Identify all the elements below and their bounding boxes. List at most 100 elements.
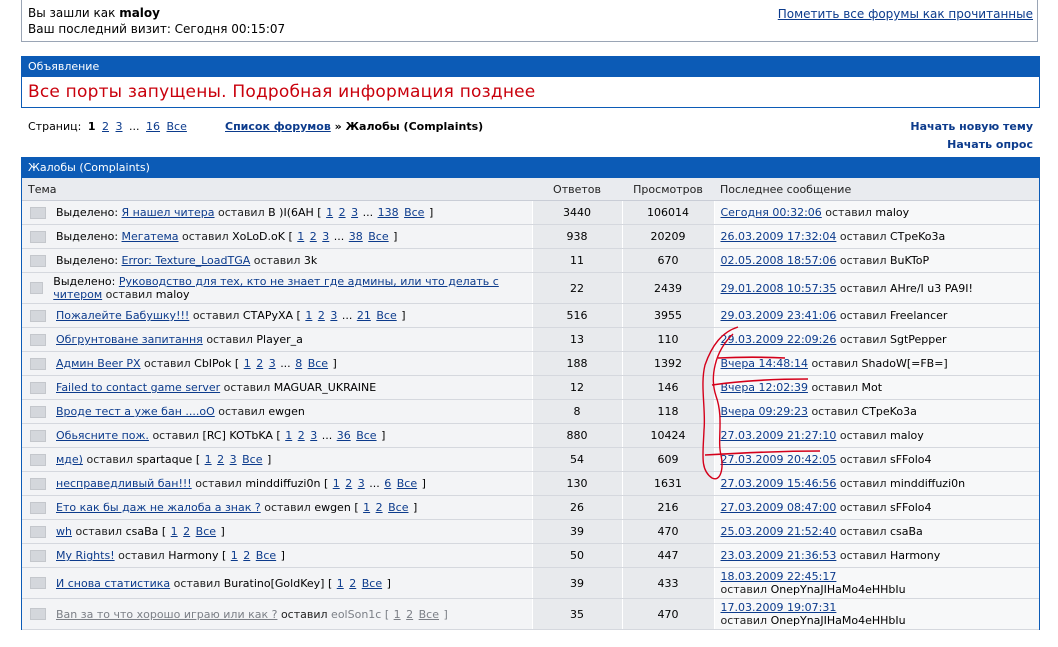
topic-page-link[interactable]: 2 [256,357,263,370]
topic-title-link[interactable]: Error: Texture_LoadTGA [122,254,251,267]
topic-page-link[interactable]: 3 [269,357,276,370]
topic-title-link[interactable]: мде) [56,453,83,466]
topic-page-link[interactable]: 2 [183,525,190,538]
topic-page-link[interactable]: 1 [171,525,178,538]
topic-page-link[interactable]: 138 [378,206,399,219]
topic-title-link[interactable]: Ето как бы даж не жалоба а знак ? [56,501,261,514]
topic-page-link[interactable]: 38 [349,230,363,243]
topic-title-link[interactable]: И снова статистика [56,577,170,590]
topic-title-link[interactable]: Обьясните пож. [56,429,149,442]
topic-page-link[interactable]: Все [308,357,328,370]
last-post-link[interactable]: Вчера 09:29:23 [721,405,808,418]
topic-author: СТАРуХА [242,309,294,322]
mark-all-read-link[interactable]: Пометить все форумы как прочитанные [778,7,1033,21]
topic-page-link[interactable]: Все [362,577,382,590]
page-link-2[interactable]: 2 [102,120,109,133]
topic-page-link[interactable]: 1 [333,477,340,490]
last-post-link[interactable]: 02.05.2008 18:57:06 [721,254,837,267]
last-post-cell: 27.03.2009 15:46:56 оставил minddiffuzi0… [713,471,1039,496]
last-post-link[interactable]: 29.03.2009 23:41:06 [721,309,837,322]
topic-page-link[interactable]: 2 [298,429,305,442]
topic-page-link[interactable]: 3 [351,206,358,219]
topic-page-link[interactable]: Все [242,453,262,466]
topic-page-link[interactable]: 36 [337,429,351,442]
topic-page-link[interactable]: 2 [349,577,356,590]
topic-status-icon [30,282,44,294]
last-post-link[interactable]: 29.03.2009 22:09:26 [721,333,837,346]
topic-page-link[interactable]: 2 [318,309,325,322]
last-post-link[interactable]: Сегодня 00:32:06 [721,206,822,219]
topic-title-link[interactable]: Вроде тест а уже бан ....oO [56,405,215,418]
topic-page-link[interactable]: Все [419,608,439,621]
topic-page-link[interactable]: 1 [326,206,333,219]
last-post-link[interactable]: 29.01.2008 10:57:35 [721,282,837,295]
last-post-link[interactable]: Вчера 14:48:14 [721,357,808,370]
replies-count: 39 [531,567,622,599]
last-post-link[interactable]: 25.03.2009 21:52:40 [721,525,837,538]
topic-row: Выделено: Я нашел читера оставил B )I(6A… [22,200,1039,225]
topic-page-link[interactable]: Все [404,206,424,219]
topic-page-link[interactable]: 21 [357,309,371,322]
topic-title-link[interactable]: Обгрунтоване запитання [56,333,203,346]
page-link-last[interactable]: 16 [146,120,160,133]
last-post-link[interactable]: 27.03.2009 15:46:56 [721,477,837,490]
last-post-link[interactable]: 27.03.2009 20:42:05 [721,453,837,466]
last-post-link[interactable]: 17.03.2009 19:07:31 [721,601,837,614]
topic-title-link[interactable]: Failed to contact game server [56,381,220,394]
topic-page-link[interactable]: 1 [363,501,370,514]
last-post-cell: 29.03.2009 23:41:06 оставил Freelancer [713,303,1039,328]
topic-page-link[interactable]: Все [368,230,388,243]
breadcrumb-forum-list[interactable]: Список форумов [225,120,331,133]
topic-page-link[interactable]: 2 [243,549,250,562]
topic-page-link[interactable]: 1 [305,309,312,322]
topic-title-link[interactable]: Админ Beer PX [56,357,141,370]
new-poll-link[interactable]: Начать опрос [947,138,1033,151]
topic-page-link[interactable]: 1 [244,357,251,370]
page-link-3[interactable]: 3 [116,120,123,133]
topic-page-link[interactable]: 2 [310,230,317,243]
topic-page-link[interactable]: 1 [297,230,304,243]
page-link-all[interactable]: Все [167,120,187,133]
topic-page-link[interactable]: 3 [330,309,337,322]
topic-page-link[interactable]: 8 [295,357,302,370]
topic-page-link[interactable]: 6 [384,477,391,490]
last-post-link[interactable]: 27.03.2009 21:27:10 [721,429,837,442]
topic-page-link[interactable]: 2 [217,453,224,466]
topic-cell: wh оставил csaBa [ 1 2 Все ] [22,519,532,544]
topic-title-link[interactable]: My Rights! [56,549,115,562]
topic-page-link[interactable]: 1 [205,453,212,466]
new-topic-link[interactable]: Начать новую тему [910,120,1033,133]
topic-title-link[interactable]: Мегатема [122,230,179,243]
topic-page-link[interactable]: 3 [230,453,237,466]
last-post-link[interactable]: 18.03.2009 22:45:17 [721,570,837,583]
topic-page-link[interactable]: 2 [345,477,352,490]
last-post-link[interactable]: 27.03.2009 08:47:00 [721,501,837,514]
topic-title-link[interactable]: wh [56,525,72,538]
topic-page-link[interactable]: 2 [376,501,383,514]
topic-page-link[interactable]: Все [388,501,408,514]
topic-title-link[interactable]: несправедливый бан!!! [56,477,192,490]
topic-page-link[interactable]: 1 [337,577,344,590]
topic-page-link[interactable]: 1 [231,549,238,562]
topic-page-link[interactable]: Все [256,549,276,562]
topic-title-link[interactable]: Пожалейте Бабушку!!! [56,309,189,322]
last-post-by-label: оставил [839,525,887,538]
topic-page-link[interactable]: 1 [394,608,401,621]
topic-page-link[interactable]: Все [376,309,396,322]
last-post-link[interactable]: 26.03.2009 17:32:04 [721,230,837,243]
topic-page-link[interactable]: Все [397,477,417,490]
topic-by-label: оставил [118,549,165,562]
topic-page-link[interactable]: 3 [310,429,317,442]
topic-page-link[interactable]: 3 [358,477,365,490]
topic-page-link[interactable]: 2 [339,206,346,219]
topic-title-link[interactable]: Ban за то что хорошо играю или как ? [56,608,277,621]
last-post-link[interactable]: Вчера 12:02:39 [721,381,808,394]
topic-page-link[interactable]: 1 [285,429,292,442]
views-count: 670 [621,248,714,273]
last-post-link[interactable]: 23.03.2009 21:36:53 [721,549,837,562]
topic-page-link[interactable]: 2 [406,608,413,621]
topic-page-link[interactable]: Все [356,429,376,442]
topic-page-link[interactable]: Все [196,525,216,538]
topic-title-link[interactable]: Я нашел читера [122,206,215,219]
topic-page-link[interactable]: 3 [322,230,329,243]
